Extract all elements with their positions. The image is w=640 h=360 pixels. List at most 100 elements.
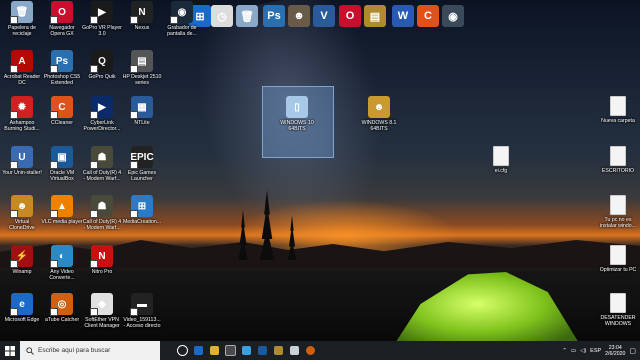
desktop-icon[interactable]: Ps Photoshop CS5 Extended <box>40 50 84 86</box>
desktop-icon[interactable]: A Acrobat Reader DC <box>0 50 44 86</box>
desktop-icon[interactable]: ◐ Any Video Converte... <box>40 245 84 281</box>
taskbar-top-camera-app-button[interactable]: ◉ <box>439 2 467 30</box>
gimp-icon: ☻ <box>288 5 310 27</box>
desktop-icon[interactable]: Tu pc no es instalar windo... <box>596 195 640 229</box>
desktop-icon[interactable]: ▬ Video_159113... - Acceso directo <box>120 293 164 329</box>
desktop-icon[interactable]: ⚡ Winamp <box>0 245 44 275</box>
desktop-icon[interactable]: Nueva carpeta <box>596 96 640 124</box>
desktop-icon[interactable]: ☻ Virtual CloneDrive <box>0 195 44 231</box>
desktop-icon[interactable]: DESATENDER WINDOWS <box>596 293 640 327</box>
desktop-icon-label: MediaCreation... <box>122 219 162 225</box>
network-icon[interactable]: ▭ <box>571 348 576 354</box>
desktop-icon[interactable]: N Nexus <box>120 1 164 31</box>
nitro-pro-icon: N <box>90 245 113 268</box>
start-button[interactable] <box>0 341 20 360</box>
photoshop-cs5-icon: Ps <box>50 50 73 73</box>
desktop-icon[interactable]: O Navegador Opera GX <box>40 1 84 37</box>
desktop-icon-label: ESCRITORIO <box>601 168 635 174</box>
desktop-icon[interactable]: ESCRITORIO <box>596 146 640 174</box>
ccleaner-icon: C <box>50 96 73 119</box>
desktop-icon[interactable]: ◆ SoftEther VPN Client Manager <box>80 293 124 329</box>
taskbar-top-trash-app-button[interactable]: 🗑 <box>233 2 261 30</box>
desktop-icon-label: Nexus <box>134 25 150 31</box>
desktop-icon[interactable]: ◎ aTube Catcher <box>40 293 84 323</box>
desktop-icon[interactable]: ☗ Call of Duty(R) 4 - Modern Warf... <box>80 195 124 231</box>
taskbar-app-7[interactable] <box>286 341 302 360</box>
desktop-icon[interactable]: ◉ Grabador de pantalla de... <box>160 1 204 37</box>
desktop-icon-label: SoftEther VPN Client Manager <box>84 317 120 329</box>
green-tent <box>392 272 582 341</box>
desktop-icon[interactable]: ei.cfg <box>479 146 523 174</box>
desktop-icon[interactable]: EPIC Epic Games Launcher <box>120 146 164 182</box>
screen-recorder-icon: ◉ <box>170 1 193 24</box>
desktop-icon-label: Tu pc no es instalar windo... <box>599 217 637 229</box>
taskbar-app-1[interactable] <box>190 341 206 360</box>
desktop-icon-label: VLC media player <box>41 219 83 225</box>
desktop-icon[interactable]: 🗑 Papelera de reciclaje <box>0 1 44 37</box>
ntlite-icon: ▦ <box>130 96 153 119</box>
desktop-icon-label: CCleaner <box>51 120 73 126</box>
taskbar-top-photoshop-top-button[interactable]: Ps <box>260 2 288 30</box>
epic-games-icon: EPIC <box>130 146 154 169</box>
desktop-icon-label: NTLite <box>134 120 150 126</box>
taskbar-top-gimp-button[interactable]: ☻ <box>285 2 313 30</box>
taskbar-top-opera-top-button[interactable]: O <box>336 2 364 30</box>
desktop-icon[interactable]: ▯ WINDOWS 10 64BITS <box>275 96 319 132</box>
desktop-icon[interactable]: U Your Unin-staller! <box>0 146 44 176</box>
cod4-icon-2: ☗ <box>90 195 113 218</box>
taskbar-app-5[interactable] <box>254 341 270 360</box>
taskbar-app-6[interactable] <box>270 341 286 360</box>
desktop-icon[interactable]: ☗ Call of Duty(R) 4 - Modern Warf... <box>80 146 124 182</box>
taskbar-top-winrar-button[interactable]: ▤ <box>361 2 389 30</box>
optimizar-tu-pc-icon <box>610 245 626 265</box>
taskbar-app-8[interactable] <box>302 341 318 360</box>
gopro-vr-player-icon: ▶ <box>90 1 113 24</box>
taskbar-top-word-button[interactable]: W <box>389 2 417 30</box>
notifications-icon[interactable]: ▢ <box>629 347 636 355</box>
taskbar-clock[interactable]: 23:04 2/6/2020 <box>605 345 625 357</box>
desktop-icon[interactable]: ☻ WINDOWS 8.1 64BITS <box>357 96 401 132</box>
edge-taskbar-icon <box>193 346 203 355</box>
desktop-icon[interactable]: ▤ HP Deskjet 2510 series <box>120 50 164 86</box>
taskbar-app-2[interactable] <box>206 341 222 360</box>
desktop-icon[interactable]: ▲ VLC media player <box>40 195 84 225</box>
taskbar-search-box[interactable]: Escribe aquí para buscar <box>20 341 160 360</box>
desktop-icon[interactable]: Q GoPro Quik <box>80 50 124 80</box>
taskbar-top-ccleaner-top-button[interactable]: C <box>414 2 442 30</box>
desktop-icon-label: Nitro Pro <box>91 269 113 275</box>
atube-taskbar-icon <box>305 346 315 355</box>
desktop-icon-label: ei.cfg <box>494 168 508 174</box>
any-video-converter-icon: ◐ <box>50 245 73 268</box>
virtualbox-icon: ▣ <box>50 146 73 169</box>
desktop-icon-label: Microsoft Edge <box>4 317 40 323</box>
desktop-icon-label: Winamp <box>12 269 32 275</box>
desktop-icon[interactable]: ✹ Ashampoo Burning Studi... <box>0 96 44 132</box>
ei-cfg-file-icon <box>493 146 509 166</box>
taskbar-app-3[interactable] <box>222 341 238 360</box>
desktop-icon[interactable]: ⊞ MediaCreation... <box>120 195 164 225</box>
desktop-icon[interactable]: Optimizar tu PC <box>596 245 640 273</box>
volume-icon[interactable]: ◁) <box>580 348 586 354</box>
task-view-button[interactable] <box>174 341 190 360</box>
desktop-icon-label: Photoshop CS5 Extended <box>43 74 81 86</box>
taskbar-top-vu-app-button[interactable]: V <box>310 2 338 30</box>
desktop-icon-label: GoPro VR Player 3.0 <box>82 25 122 37</box>
video-file-icon: ▬ <box>130 293 153 316</box>
taskbar: Escribe aquí para buscar ⌃ ▭ ◁) ESP 23:0… <box>0 341 640 360</box>
desktop-icon[interactable]: C CCleaner <box>40 96 84 126</box>
desktop-icon-label: Acrobat Reader DC <box>3 74 41 86</box>
desktop-icon[interactable]: ▶ GoPro VR Player 3.0 <box>80 1 124 37</box>
taskbar-app-4[interactable] <box>238 341 254 360</box>
desktop-icon-label: aTube Catcher <box>44 317 80 323</box>
language-indicator[interactable]: ESP <box>590 348 601 354</box>
desktop-icon[interactable]: N Nitro Pro <box>80 245 124 275</box>
desktop-icon[interactable]: ▶ CyberLink PowerDirector... <box>80 96 124 132</box>
tray-up-arrow-icon[interactable]: ⌃ <box>562 348 567 354</box>
taskbar-top-clock-app-button[interactable]: ◷ <box>208 2 236 30</box>
desktop-icon[interactable]: ▣ Oracle VM VirtualBox <box>40 146 84 182</box>
desktop-icon[interactable]: e Microsoft Edge <box>0 293 44 323</box>
ccleaner-top-icon: C <box>417 5 439 27</box>
desktop-icon[interactable]: ▦ NTLite <box>120 96 164 126</box>
desktop-icon-label: Oracle VM VirtualBox <box>49 170 75 182</box>
recycle-bin-icon: 🗑 <box>10 1 33 24</box>
